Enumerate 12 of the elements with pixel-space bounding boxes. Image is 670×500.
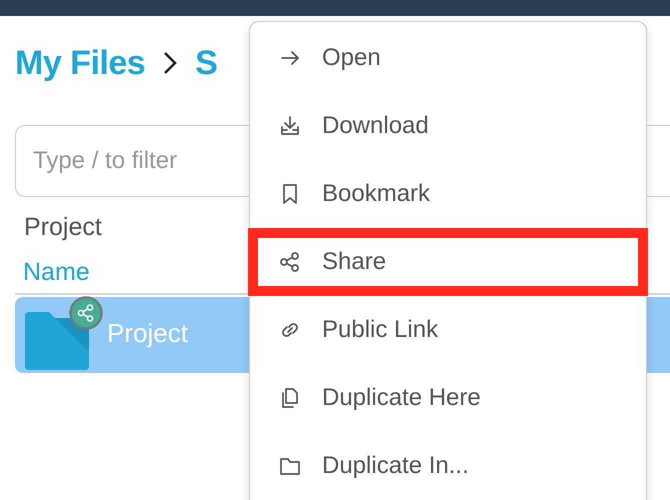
menu-item[interactable]: Download bbox=[248, 92, 648, 160]
folder-icon bbox=[25, 312, 89, 370]
menu-item[interactable]: Bookmark bbox=[248, 160, 648, 228]
chevron-icon bbox=[163, 51, 178, 75]
menu-item[interactable]: Public Link bbox=[248, 296, 648, 364]
menu-item[interactable]: Duplicate In... bbox=[248, 432, 648, 500]
share-icon bbox=[278, 250, 302, 274]
download-icon bbox=[278, 114, 302, 138]
menu-item[interactable]: Duplicate Here bbox=[248, 364, 648, 432]
menu-item[interactable]: Open bbox=[248, 24, 648, 92]
current-folder: Project bbox=[23, 212, 103, 243]
menu-item[interactable]: Share bbox=[248, 228, 648, 296]
